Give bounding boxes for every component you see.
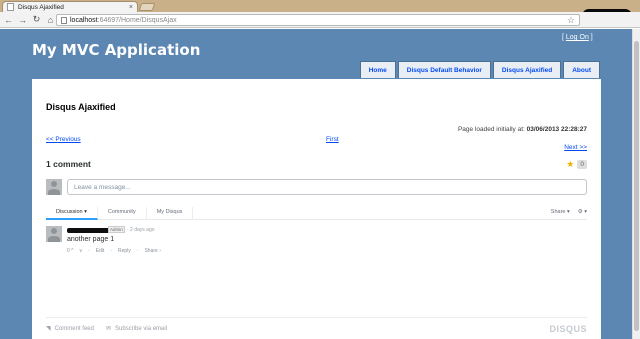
first-link[interactable]: First: [326, 136, 339, 143]
comment-count: 1 comment: [46, 159, 91, 169]
browser-toolbar: ← → ↻ ⌂ localhost:64697/Home/DisqusAjax …: [0, 12, 640, 28]
menu-item-about[interactable]: About: [563, 61, 600, 78]
tab-discussion[interactable]: Discussion ▾: [46, 207, 98, 220]
disqus-tabs: Discussion ▾ Community My Disqus Share ▾…: [46, 207, 587, 220]
page-icon: [7, 3, 14, 11]
footer-divider: [46, 317, 587, 318]
browser-tabstrip: Disqus Ajaxified ×: [0, 0, 640, 21]
comment-text: another page 1: [67, 236, 115, 243]
upvote-button[interactable]: 0 ^: [67, 248, 74, 254]
scrollbar[interactable]: [632, 29, 640, 339]
page-loaded-info: Page loaded initially at: 03/06/2013 22:…: [458, 126, 587, 133]
next-link[interactable]: Next >>: [564, 144, 587, 151]
browser-tab[interactable]: Disqus Ajaxified ×: [2, 1, 138, 12]
admin-badge: Admin: [108, 226, 125, 233]
disqus-logo[interactable]: DISQUS: [549, 324, 587, 334]
star-icon[interactable]: ★: [566, 159, 574, 170]
gear-icon[interactable]: ⚙ ▾: [578, 209, 587, 215]
home-icon[interactable]: ⌂: [45, 14, 56, 25]
loaded-label: Page loaded initially at:: [457, 126, 525, 133]
scrollbar-thumb[interactable]: [634, 41, 639, 331]
url-path: :64697/Home/DisqusAjax: [97, 16, 177, 24]
reload-icon[interactable]: ↻: [31, 14, 42, 25]
comment-avatar[interactable]: [46, 226, 62, 242]
page-heading: Disqus Ajaxified: [46, 102, 116, 112]
menu-item-disqus-ajaxified[interactable]: Disqus Ajaxified: [492, 61, 562, 78]
tab-title: Disqus Ajaxified: [18, 3, 64, 11]
main-content: Disqus Ajaxified Page loaded initially a…: [32, 79, 601, 339]
reply-button[interactable]: Reply: [118, 248, 131, 254]
envelope-icon: ✉: [105, 326, 112, 332]
loaded-timestamp: 03/06/2013 22:28:27: [526, 126, 587, 133]
separator: ·: [110, 248, 112, 254]
comment-time[interactable]: · 2 days ago: [127, 227, 155, 233]
subscribe-email-link[interactable]: ✉ Subscribe via email: [105, 325, 168, 333]
login-area: [ Log On ]: [562, 34, 593, 41]
comment-actions: 0 ^ v · Edit · Reply · Share ›: [67, 248, 161, 254]
downvote-button[interactable]: v: [80, 248, 83, 254]
previous-link[interactable]: << Previous: [46, 136, 81, 143]
edit-button[interactable]: Edit: [96, 248, 105, 254]
address-bar[interactable]: localhost:64697/Home/DisqusAjax ☆: [56, 14, 580, 26]
menu-item-home[interactable]: Home: [359, 61, 396, 78]
comment-feed-link[interactable]: ◥ Comment feed: [46, 325, 94, 333]
favorite-area: ★ 0: [566, 159, 587, 170]
message-input[interactable]: Leave a message...: [67, 179, 587, 195]
forward-arrow-icon[interactable]: →: [17, 14, 28, 25]
share-button[interactable]: Share ›: [144, 248, 160, 254]
back-arrow-icon[interactable]: ←: [3, 14, 14, 25]
tab-my-disqus[interactable]: My Disqus: [147, 207, 194, 220]
new-tab-button[interactable]: [138, 3, 156, 11]
page-icon: [61, 16, 67, 24]
comment-feed-label: Comment feed: [54, 325, 94, 332]
separator: ·: [136, 248, 139, 254]
disqus-footer: ◥ Comment feed ✉ Subscribe via email: [46, 325, 168, 333]
page-background: My MVC Application [ Log On ] Home Disqu…: [0, 29, 640, 339]
site-title: My MVC Application: [32, 41, 201, 59]
user-avatar: [46, 179, 62, 195]
subscribe-email-label: Subscribe via email: [115, 325, 168, 332]
share-dropdown[interactable]: Share ▾: [551, 209, 570, 215]
login-bracket-close: ]: [588, 34, 593, 41]
bookmark-star-icon[interactable]: ☆: [567, 15, 575, 26]
tab-community[interactable]: Community: [98, 207, 147, 220]
url-host: localhost: [70, 16, 98, 24]
main-menu: Home Disqus Default Behavior Disqus Ajax…: [359, 61, 600, 78]
favorite-count: 0: [577, 160, 587, 169]
close-icon[interactable]: ×: [129, 4, 133, 11]
menu-item-disqus-default[interactable]: Disqus Default Behavior: [397, 61, 491, 78]
disqus-tab-actions: Share ▾ ⚙ ▾: [551, 207, 587, 215]
log-on-link[interactable]: Log On: [566, 34, 589, 41]
separator: ·: [88, 248, 90, 254]
rss-icon: ◥: [46, 326, 51, 332]
